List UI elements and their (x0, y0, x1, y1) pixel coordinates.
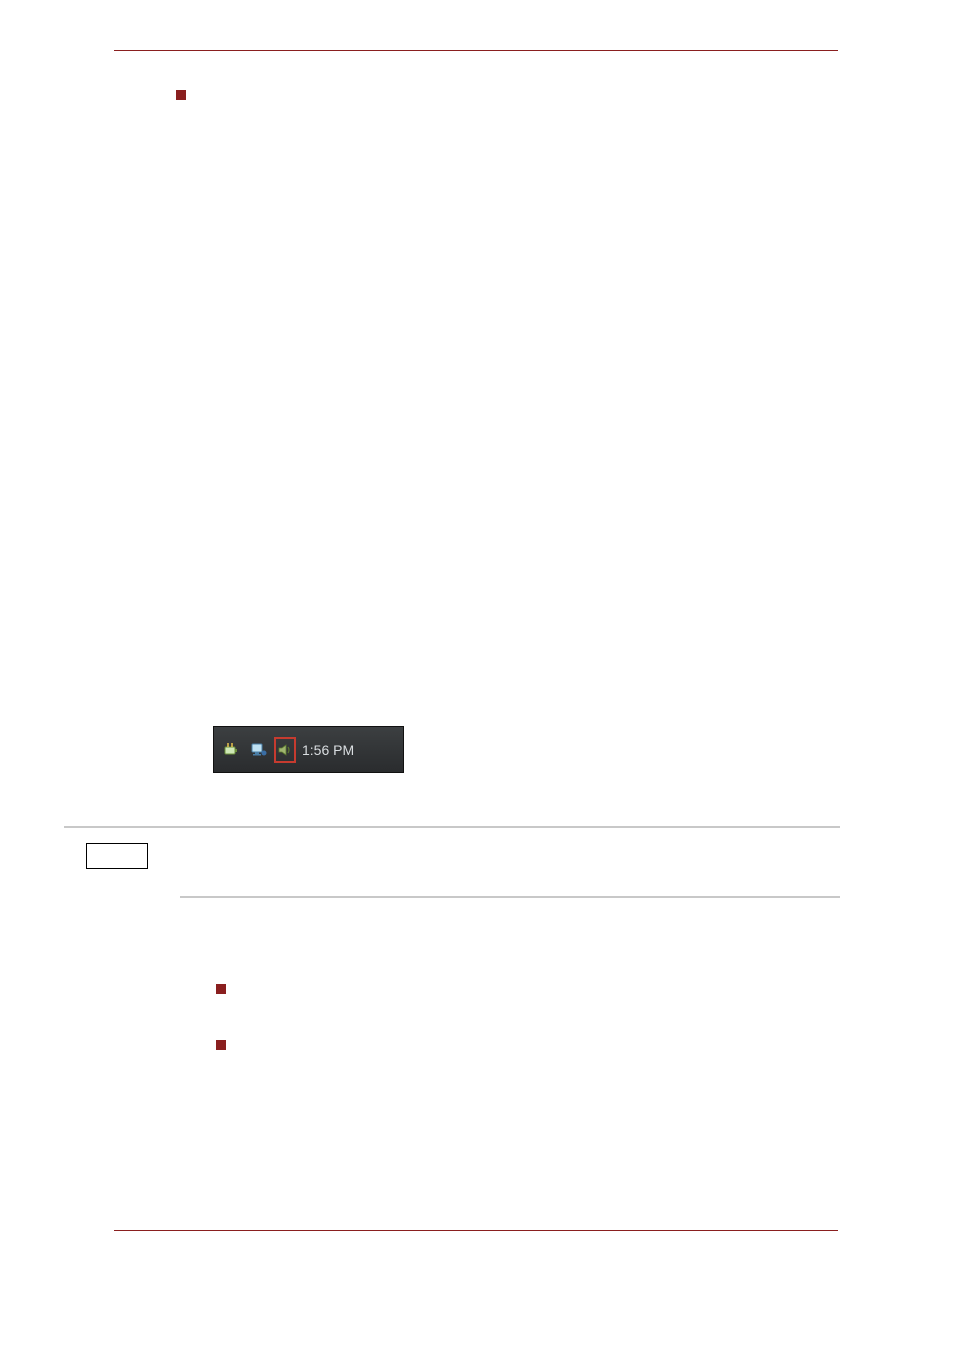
battery-icon (220, 739, 242, 761)
windows-system-tray: 1:56 PM (213, 726, 404, 773)
list-item (216, 1034, 256, 1050)
bullet-icon (216, 984, 226, 994)
list-item (176, 84, 216, 100)
bullet-icon (176, 90, 186, 100)
bottom-divider (114, 1230, 838, 1231)
tray-clock: 1:56 PM (302, 742, 354, 758)
speaker-icon (277, 742, 293, 758)
note-label-box (86, 843, 148, 869)
note-divider-mid (180, 896, 840, 898)
speaker-icon-highlighted (274, 737, 296, 763)
network-icon (248, 739, 270, 761)
note-divider-top (64, 826, 840, 828)
top-divider (114, 50, 838, 51)
bullet-icon (216, 1040, 226, 1050)
list-item (216, 978, 256, 994)
